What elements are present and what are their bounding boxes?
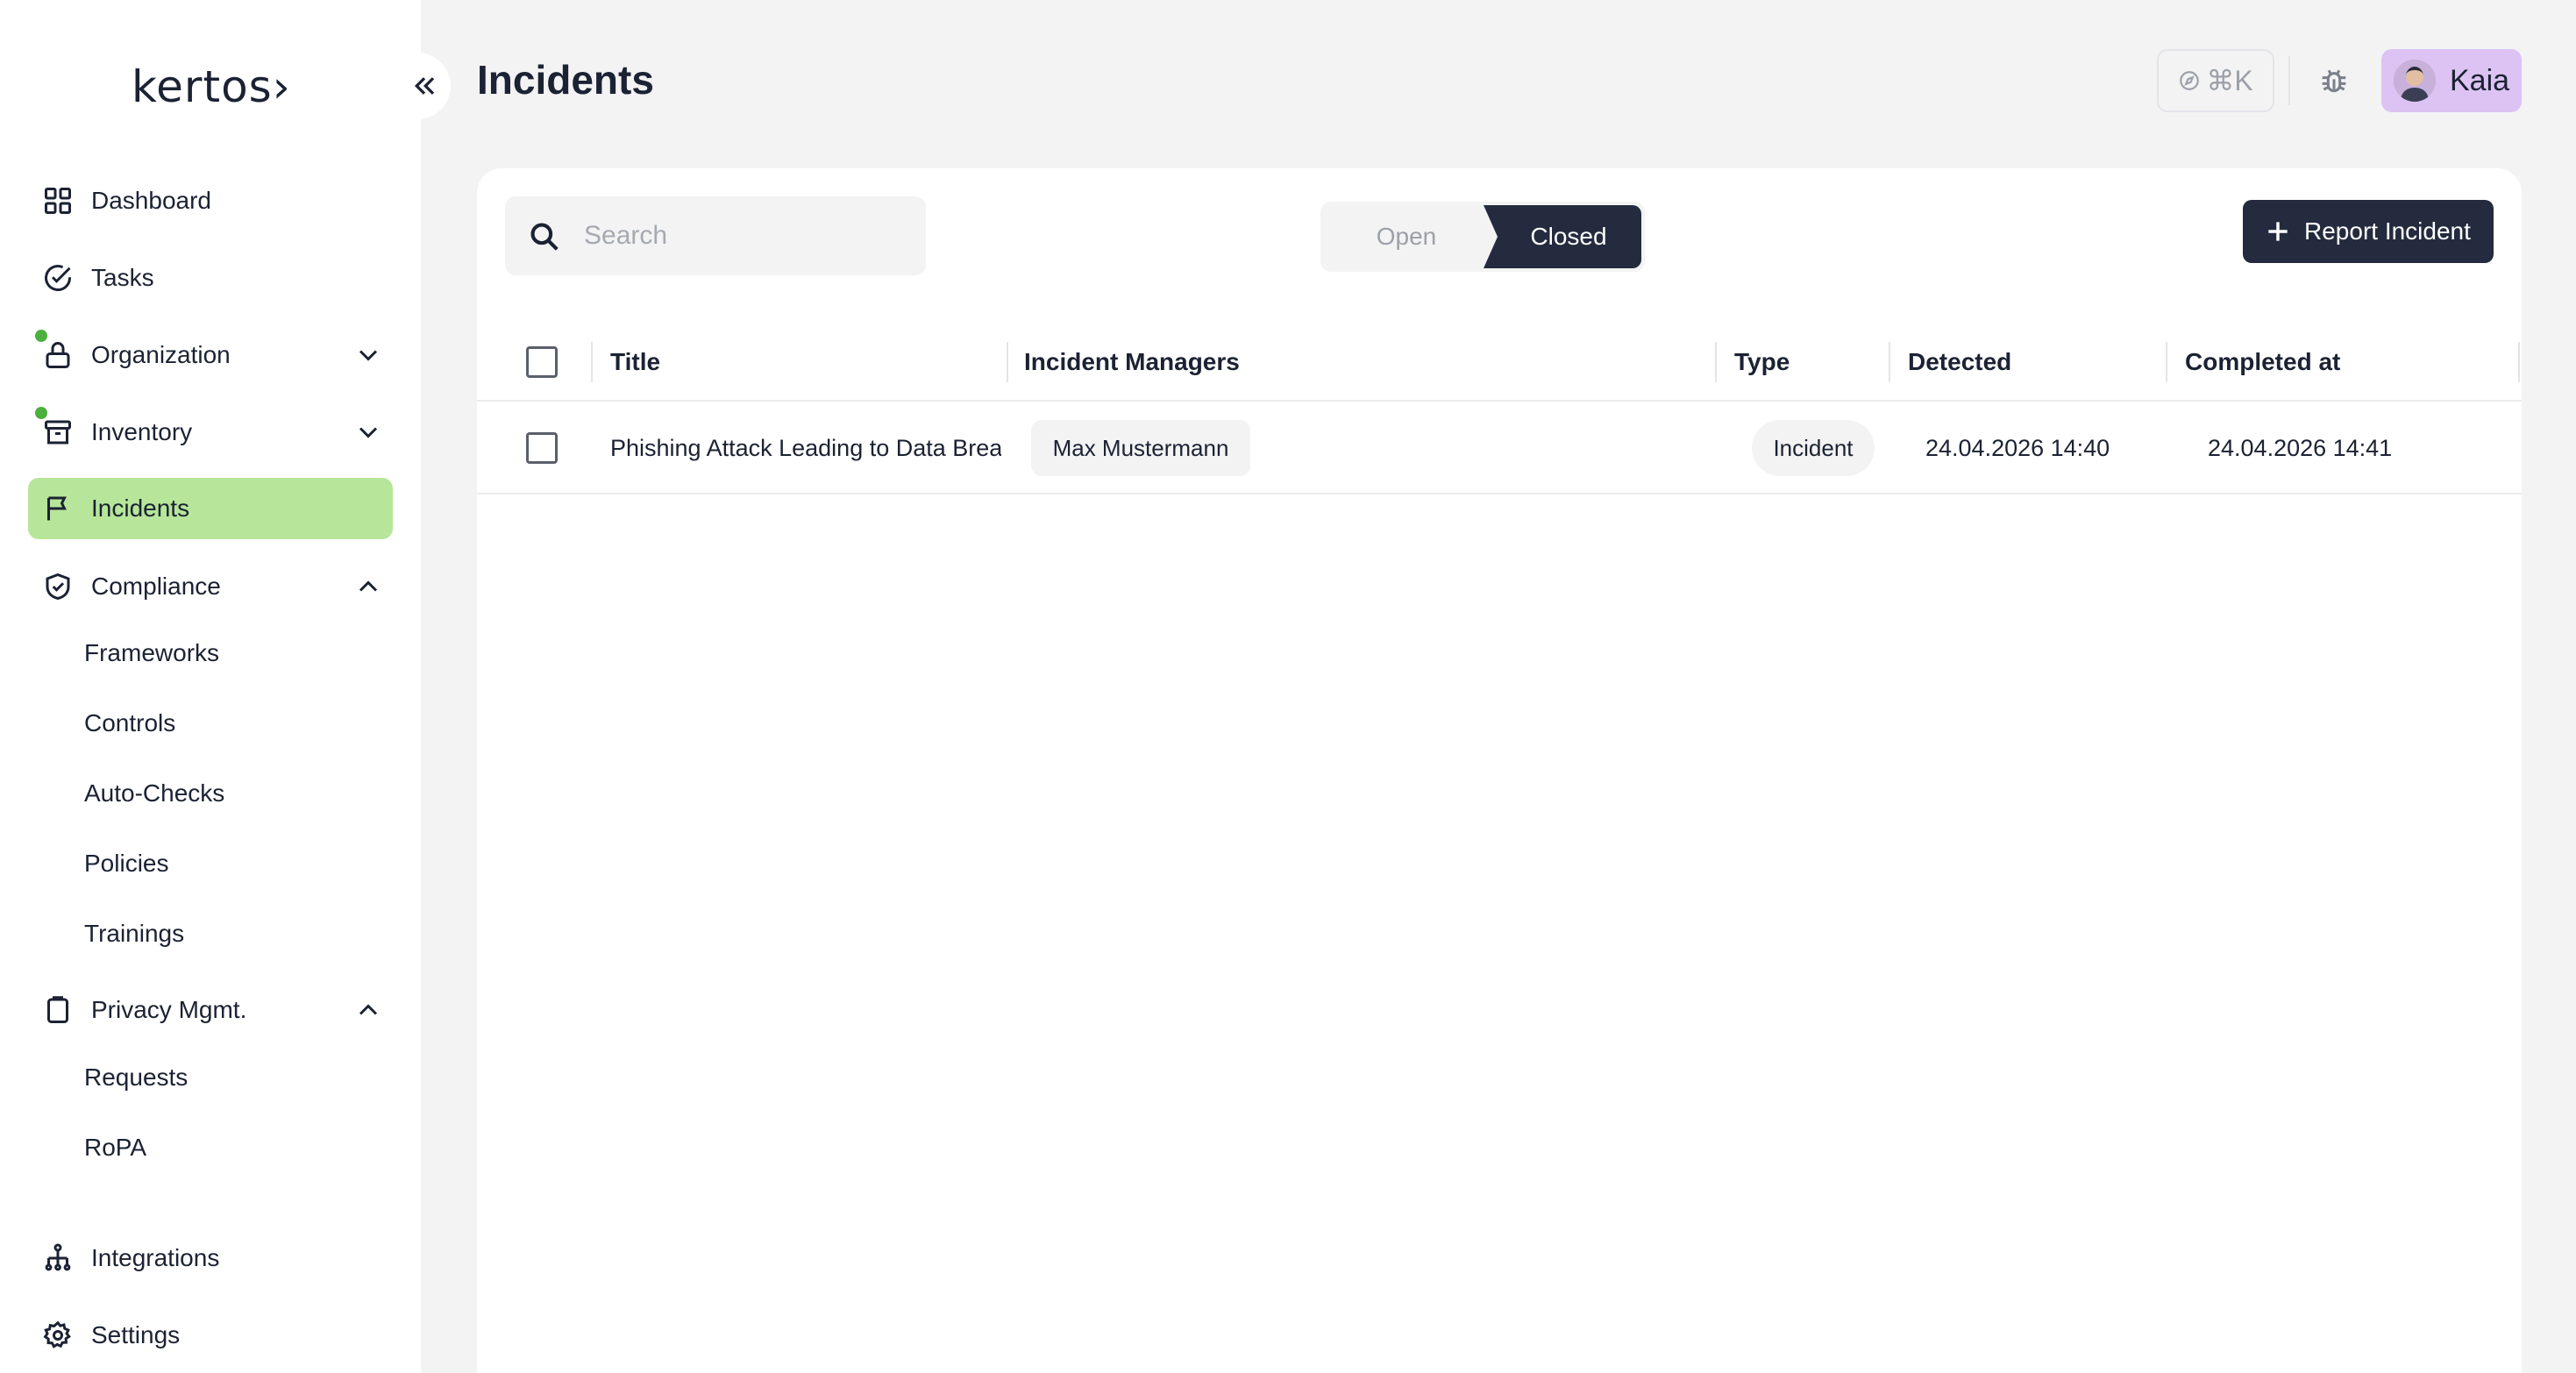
table-header: Title Incident Managers Type Detected Co… [477, 323, 2522, 402]
avatar [2394, 60, 2436, 102]
bug-icon [2322, 69, 2346, 93]
sidebar-subitem-requests[interactable]: Requests [84, 1056, 188, 1099]
clipboard-icon [47, 996, 68, 1023]
sidebar: kertos› Dashboard Tasks Organization Inv… [0, 0, 421, 1373]
chevron-up-icon[interactable] [352, 571, 384, 602]
compass-icon [2180, 71, 2200, 90]
shield-check-icon [46, 573, 70, 601]
sidebar-item-label: Dashboard [91, 187, 211, 214]
column-header-detected[interactable]: Detected [1908, 323, 2011, 402]
segment-closed[interactable]: Closed [1484, 205, 1641, 268]
column-divider [591, 342, 593, 382]
completed-date: 24.04.2026 14:41 [2208, 434, 2393, 461]
integrations-icon [45, 1243, 71, 1271]
report-incident-label: Report Incident [2304, 217, 2471, 245]
sidebar-item-label: Tasks [91, 264, 154, 291]
command-palette-button[interactable]: ⌘K [2157, 49, 2274, 112]
column-divider [1715, 342, 1717, 382]
incident-title[interactable]: Phishing Attack Leading to Data Brea [610, 402, 1001, 494]
sidebar-item-label: Inventory [91, 418, 193, 445]
collapse-sidebar-button[interactable] [398, 53, 451, 119]
sidebar-item-integrations[interactable]: Integrations [28, 1227, 393, 1289]
column-divider [1007, 342, 1008, 382]
sidebar-item-incidents[interactable]: Incidents [28, 478, 393, 539]
column-header-type[interactable]: Type [1734, 323, 1790, 402]
search-input[interactable] [584, 214, 908, 258]
search-box[interactable] [505, 196, 926, 275]
row-checkbox[interactable] [526, 432, 558, 464]
sidebar-subitem-frameworks[interactable]: Frameworks [84, 631, 219, 675]
check-circle-icon [45, 265, 71, 291]
shortcut-label: ⌘K [2206, 65, 2253, 96]
chevrons-left-icon [414, 77, 435, 95]
incident-manager-chip: Max Mustermann [1031, 420, 1250, 476]
sidebar-item-compliance[interactable]: Compliance [28, 556, 393, 617]
user-menu-button[interactable]: Kaia [2381, 49, 2522, 112]
app-logo[interactable]: kertos› [132, 61, 291, 112]
flag-icon [47, 496, 67, 521]
column-header-completed-at[interactable]: Completed at [2185, 323, 2340, 402]
app-root: kertos› Dashboard Tasks Organization Inv… [0, 0, 2576, 1373]
sidebar-item-label: Integrations [91, 1244, 220, 1271]
sidebar-subitem-ropa[interactable]: RoPA [84, 1126, 146, 1170]
dashboard-icon [45, 188, 71, 214]
incidents-card: Open Closed Report Incident Title Incide… [477, 168, 2522, 1373]
segment-open[interactable]: Open [1320, 202, 1492, 272]
chevron-down-icon[interactable] [352, 339, 384, 371]
sidebar-subitem-auto-checks[interactable]: Auto-Checks [84, 772, 224, 815]
table-row[interactable]: Phishing Attack Leading to Data Brea Max… [477, 402, 2522, 494]
report-bug-button[interactable] [2306, 53, 2362, 109]
sidebar-item-tasks[interactable]: Tasks [28, 247, 393, 309]
chevron-up-icon[interactable] [352, 994, 384, 1026]
header-divider [2288, 56, 2290, 105]
gear-icon [43, 1320, 71, 1348]
column-divider [1889, 342, 1890, 382]
lock-icon [46, 342, 70, 368]
column-divider [2518, 342, 2520, 382]
sidebar-item-dashboard[interactable]: Dashboard [28, 170, 393, 231]
column-header-title[interactable]: Title [610, 323, 660, 402]
plus-icon [2268, 222, 2288, 241]
sidebar-item-settings[interactable]: Settings [28, 1305, 393, 1366]
page-title: Incidents [477, 57, 654, 103]
report-incident-button[interactable]: Report Incident [2243, 200, 2494, 263]
sidebar-subitem-trainings[interactable]: Trainings [84, 912, 184, 956]
archive-icon [45, 420, 71, 445]
sidebar-item-label: Organization [91, 341, 231, 368]
sidebar-item-label: Compliance [91, 573, 221, 600]
status-segmented-control: Open Closed [1320, 202, 1645, 272]
sidebar-item-organization[interactable]: Organization [28, 324, 393, 386]
column-divider [2166, 342, 2167, 382]
sidebar-subitem-controls[interactable]: Controls [84, 701, 175, 745]
search-icon [530, 223, 559, 251]
type-badge: Incident [1752, 420, 1875, 476]
sidebar-subitem-policies[interactable]: Policies [84, 842, 168, 886]
chevron-down-icon[interactable] [352, 416, 384, 448]
detected-date: 24.04.2026 14:40 [1925, 434, 2110, 461]
column-header-incident-managers[interactable]: Incident Managers [1024, 323, 1240, 402]
sidebar-item-privacy-mgmt[interactable]: Privacy Mgmt. [28, 979, 393, 1041]
sidebar-item-label: Settings [91, 1321, 181, 1348]
sidebar-item-label: Privacy Mgmt. [91, 996, 247, 1023]
sidebar-item-inventory[interactable]: Inventory [28, 402, 393, 463]
sidebar-item-label: Incidents [91, 494, 190, 522]
select-all-checkbox[interactable] [526, 346, 558, 378]
user-name: Kaia [2450, 63, 2510, 97]
